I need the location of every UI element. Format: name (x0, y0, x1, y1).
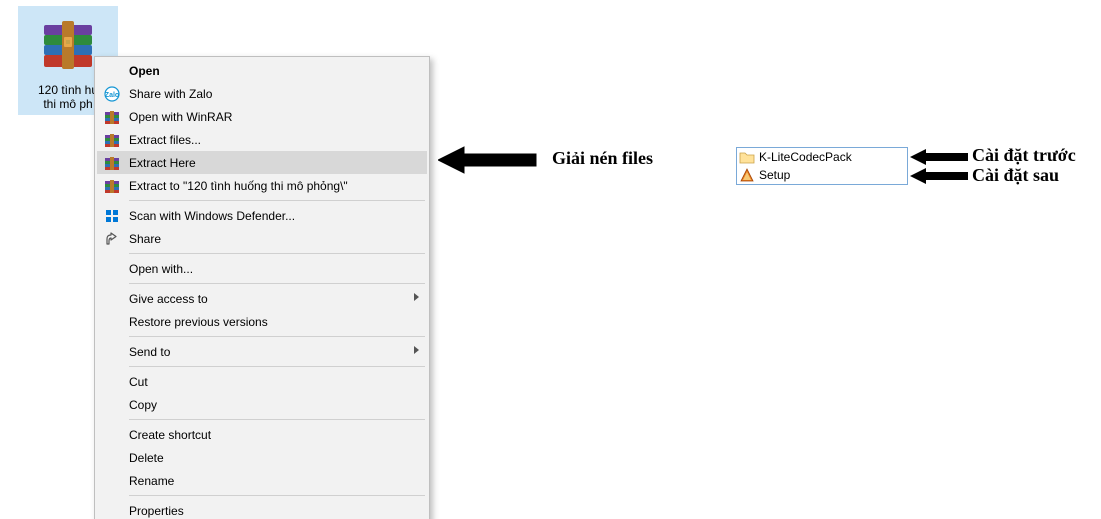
menu-item-label: Give access to (129, 292, 208, 306)
menu-item[interactable]: Open with WinRAR (97, 105, 427, 128)
menu-item-label: Extract Here (129, 156, 196, 170)
menu-separator (129, 366, 425, 367)
annotation-setup: Cài đặt sau (972, 165, 1059, 186)
arrow-annotation-icon (910, 167, 970, 185)
menu-item[interactable]: Open (97, 59, 427, 82)
application-icon (739, 167, 755, 183)
menu-separator (129, 200, 425, 201)
menu-item-label: Rename (129, 474, 174, 488)
menu-item-label: Extract to "120 tình huống thi mô phỏng\… (129, 179, 348, 193)
menu-item[interactable]: Delete (97, 446, 427, 469)
share-icon (103, 230, 121, 248)
context-menu: Open Zalo Share with Zalo Open with WinRAR E… (94, 56, 430, 519)
arrow-annotation-icon (910, 148, 970, 166)
annotation-folder: Cài đặt trước (972, 145, 1076, 166)
rar-icon (103, 131, 121, 149)
menu-separator (129, 419, 425, 420)
menu-item-label: Restore previous versions (129, 315, 268, 329)
annotation-extract: Giải nén files (552, 148, 653, 169)
list-item[interactable]: K-LiteCodecPack (737, 148, 907, 166)
menu-item-label: Cut (129, 375, 148, 389)
menu-item[interactable]: Properties (97, 499, 427, 519)
menu-item-label: Share with Zalo (129, 87, 212, 101)
menu-item[interactable]: Cut (97, 370, 427, 393)
rar-icon (103, 154, 121, 172)
list-item[interactable]: Setup (737, 166, 907, 184)
menu-separator (129, 283, 425, 284)
menu-item-label: Share (129, 232, 161, 246)
arrow-annotation-icon (438, 145, 538, 175)
menu-item-label: Scan with Windows Defender... (129, 209, 295, 223)
menu-item-label: Properties (129, 504, 184, 518)
zalo-icon: Zalo (103, 85, 121, 103)
menu-item[interactable]: Extract Here (97, 151, 427, 174)
menu-item-label: Open (129, 64, 160, 78)
rar-icon (103, 108, 121, 126)
file-list-panel: K-LiteCodecPack Setup (736, 147, 908, 185)
menu-item[interactable]: Extract files... (97, 128, 427, 151)
rar-icon (103, 177, 121, 195)
menu-item[interactable]: Copy (97, 393, 427, 416)
menu-item-label: Copy (129, 398, 157, 412)
chevron-right-icon (414, 293, 419, 301)
svg-text:Zalo: Zalo (105, 92, 119, 99)
menu-item[interactable]: Create shortcut (97, 423, 427, 446)
menu-item-label: Send to (129, 345, 170, 359)
menu-item[interactable]: Open with... (97, 257, 427, 280)
menu-item[interactable]: Zalo Share with Zalo (97, 82, 427, 105)
menu-item-label: Delete (129, 451, 164, 465)
menu-separator (129, 253, 425, 254)
menu-item[interactable]: Scan with Windows Defender... (97, 204, 427, 227)
file-name-label: K-LiteCodecPack (759, 150, 852, 164)
file-name-label: Setup (759, 168, 790, 182)
menu-item[interactable]: Give access to (97, 287, 427, 310)
menu-item-label: Open with... (129, 262, 193, 276)
menu-item[interactable]: Restore previous versions (97, 310, 427, 333)
folder-icon (739, 149, 755, 165)
defender-icon (103, 207, 121, 225)
menu-item-label: Create shortcut (129, 428, 211, 442)
menu-item[interactable]: Send to (97, 340, 427, 363)
menu-separator (129, 336, 425, 337)
menu-item[interactable]: Extract to "120 tình huống thi mô phỏng\… (97, 174, 427, 197)
menu-item-label: Extract files... (129, 133, 201, 147)
chevron-right-icon (414, 346, 419, 354)
menu-item[interactable]: Rename (97, 469, 427, 492)
menu-separator (129, 495, 425, 496)
menu-item-label: Open with WinRAR (129, 110, 232, 124)
menu-item[interactable]: Share (97, 227, 427, 250)
